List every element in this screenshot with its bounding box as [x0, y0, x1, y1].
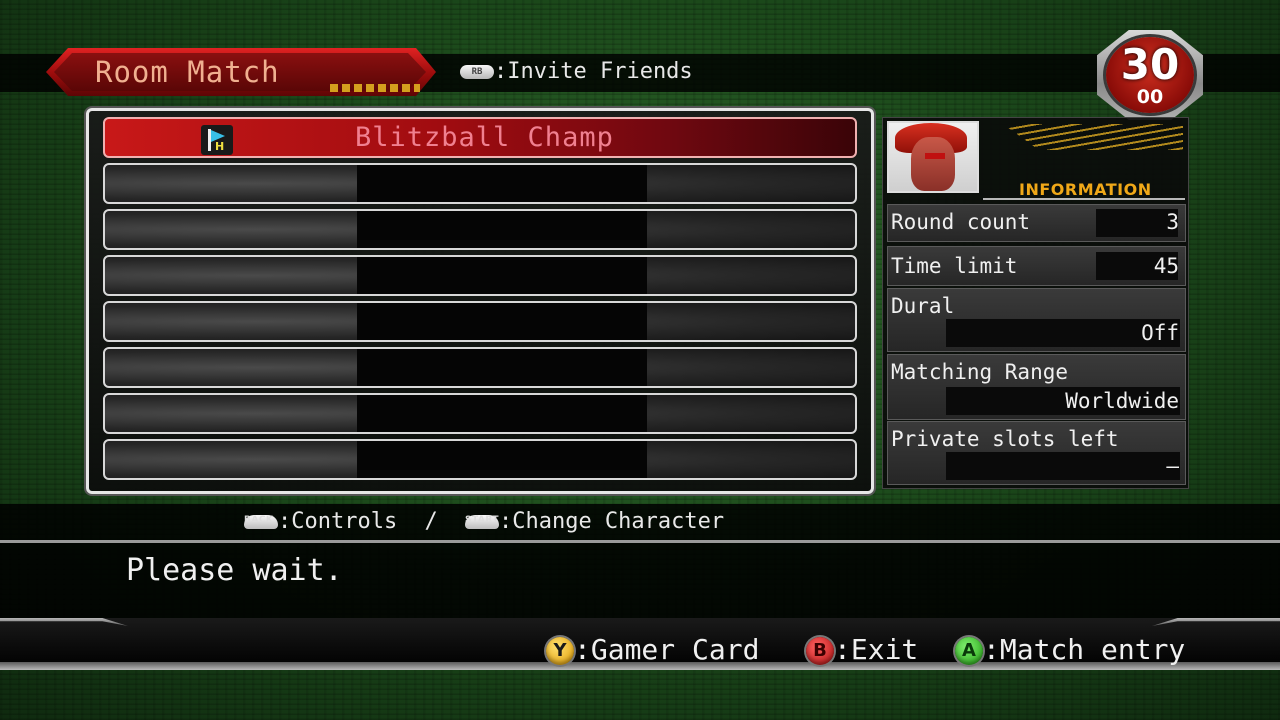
a-button-icon: A	[955, 637, 983, 665]
hint-separator: /	[424, 509, 438, 534]
b-button-icon: B	[806, 637, 834, 665]
rb-button-icon: RB	[460, 65, 494, 79]
info-row-label: Time limit	[891, 254, 1018, 278]
information-label: INFORMATION	[1019, 180, 1152, 199]
player-slot-empty[interactable]	[103, 163, 857, 204]
countdown-timer: 30 00	[1097, 30, 1203, 120]
title-banner-stripes	[330, 84, 420, 92]
match-entry-label: :Match entry	[983, 633, 1186, 666]
player-slot-empty[interactable]	[103, 255, 857, 296]
info-row-label: Round count	[891, 210, 1031, 234]
avatar-face-paint	[925, 153, 945, 159]
info-row-dural: Dural Off	[887, 288, 1186, 352]
info-row-label: Matching Range	[891, 360, 1069, 384]
player-list-panel: H Blitzball Champ	[86, 108, 874, 494]
host-badge-letter: H	[215, 140, 225, 153]
invite-friends-hint[interactable]: RB:Invite Friends	[460, 58, 693, 86]
info-row-label: Dural	[891, 294, 955, 318]
info-divider	[983, 198, 1185, 200]
controls-label: :Controls	[278, 509, 398, 534]
gamer-card-button[interactable]: Y:Gamer Card	[546, 632, 759, 668]
host-player-name: Blitzball Champ	[355, 122, 614, 153]
info-row-value: 3	[1166, 210, 1179, 234]
exit-button[interactable]: B:Exit	[806, 632, 918, 668]
timer-seconds: 30	[1120, 40, 1180, 89]
player-slot-host[interactable]: H Blitzball Champ	[103, 117, 857, 158]
info-row-value: 45	[1153, 254, 1179, 278]
frame-top-edge	[0, 618, 1280, 626]
flag-pole	[208, 129, 211, 151]
page-title: Room Match	[95, 55, 280, 89]
info-row-time-limit: Time limit 45	[887, 246, 1186, 286]
info-row-private-slots: Private slots left —	[887, 421, 1186, 485]
player-slot-empty[interactable]	[103, 393, 857, 434]
gamer-card-label: :Gamer Card	[574, 633, 760, 666]
info-row-round-count: Round count 3	[887, 204, 1186, 242]
info-row-value: Off	[1141, 321, 1179, 345]
player-slot-empty[interactable]	[103, 301, 857, 342]
info-row-label: Private slots left	[891, 427, 1119, 451]
status-message: Please wait.	[126, 553, 343, 588]
info-row-value: —	[1166, 454, 1179, 478]
info-row-value: Worldwide	[1065, 389, 1179, 413]
start-button-icon: START	[464, 515, 499, 529]
controls-hint: BACK:Controls / START:Change Character	[244, 507, 724, 537]
info-header-stripes	[1003, 124, 1183, 150]
exit-label: :Exit	[834, 633, 919, 666]
match-entry-button[interactable]: A:Match entry	[955, 632, 1185, 668]
player-slot-empty[interactable]	[103, 439, 857, 480]
info-row-matching-range: Matching Range Worldwide	[887, 354, 1186, 420]
invite-friends-label: :Invite Friends	[494, 59, 693, 84]
info-value-box	[946, 452, 1180, 480]
back-button-icon: BACK	[244, 515, 278, 529]
player-slot-empty[interactable]	[103, 347, 857, 388]
information-panel: INFORMATION Round count 3 Time limit 45 …	[882, 117, 1189, 489]
timer-subseconds: 00	[1136, 86, 1164, 108]
change-character-label: :Change Character	[498, 509, 725, 534]
avatar-face	[911, 137, 955, 191]
character-avatar	[887, 121, 979, 193]
y-button-icon: Y	[546, 637, 574, 665]
host-flag-icon: H	[201, 125, 233, 155]
player-slot-empty[interactable]	[103, 209, 857, 250]
